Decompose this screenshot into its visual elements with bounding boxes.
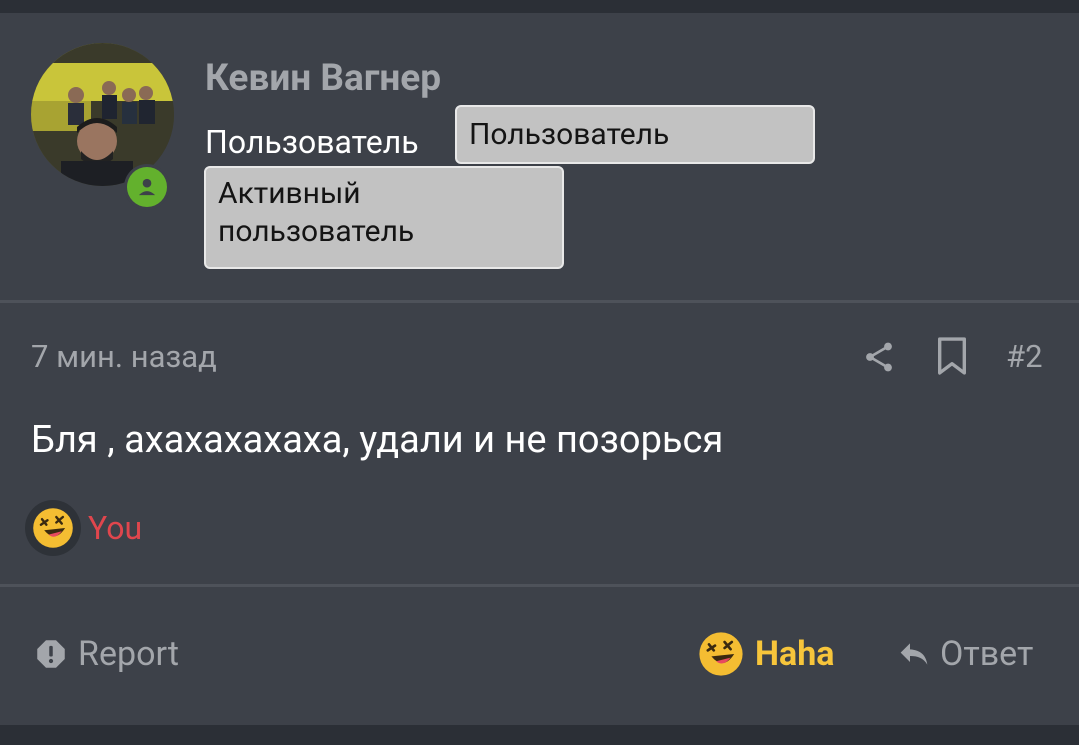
reply-label: Ответ (940, 634, 1034, 674)
reply-icon (900, 643, 928, 665)
post-number-link[interactable]: #2 (1006, 338, 1043, 375)
reaction-user[interactable]: You (88, 509, 142, 547)
user-title: Пользователь (205, 123, 419, 161)
rolling-laughing-emoji-icon (699, 632, 743, 676)
share-icon[interactable] (861, 339, 897, 375)
user-banner: Пользователь (455, 105, 815, 164)
reaction-button[interactable]: Haha (697, 630, 834, 678)
user-block: Кевин Вагнер Пользователь Пользователь А… (0, 13, 1079, 303)
reaction-summary[interactable]: You (25, 500, 142, 556)
reaction-label: Haha (755, 634, 835, 674)
post-container: Кевин Вагнер Пользователь Пользователь А… (0, 13, 1079, 725)
post-message: Бля , ахахахахаха, удали и не позорься (31, 418, 724, 462)
online-user-icon (127, 167, 167, 207)
bookmark-icon[interactable] (936, 336, 968, 376)
username-link[interactable]: Кевин Вагнер (205, 57, 441, 100)
online-status-badge (124, 164, 170, 210)
post-actions: Report Haha Ответ (0, 587, 1079, 727)
reply-button[interactable]: Ответ (898, 634, 1033, 674)
post-timestamp[interactable]: 7 мин. назад (31, 338, 217, 375)
warning-icon (37, 640, 65, 668)
post-body: 7 мин. назад #2 Бля , ахахахахаха, удали… (0, 300, 1079, 730)
rolling-laughing-emoji-icon (25, 500, 81, 556)
report-label: Report (78, 634, 179, 674)
user-banner: Активный пользователь (204, 166, 564, 269)
report-button[interactable]: Report (36, 634, 179, 674)
